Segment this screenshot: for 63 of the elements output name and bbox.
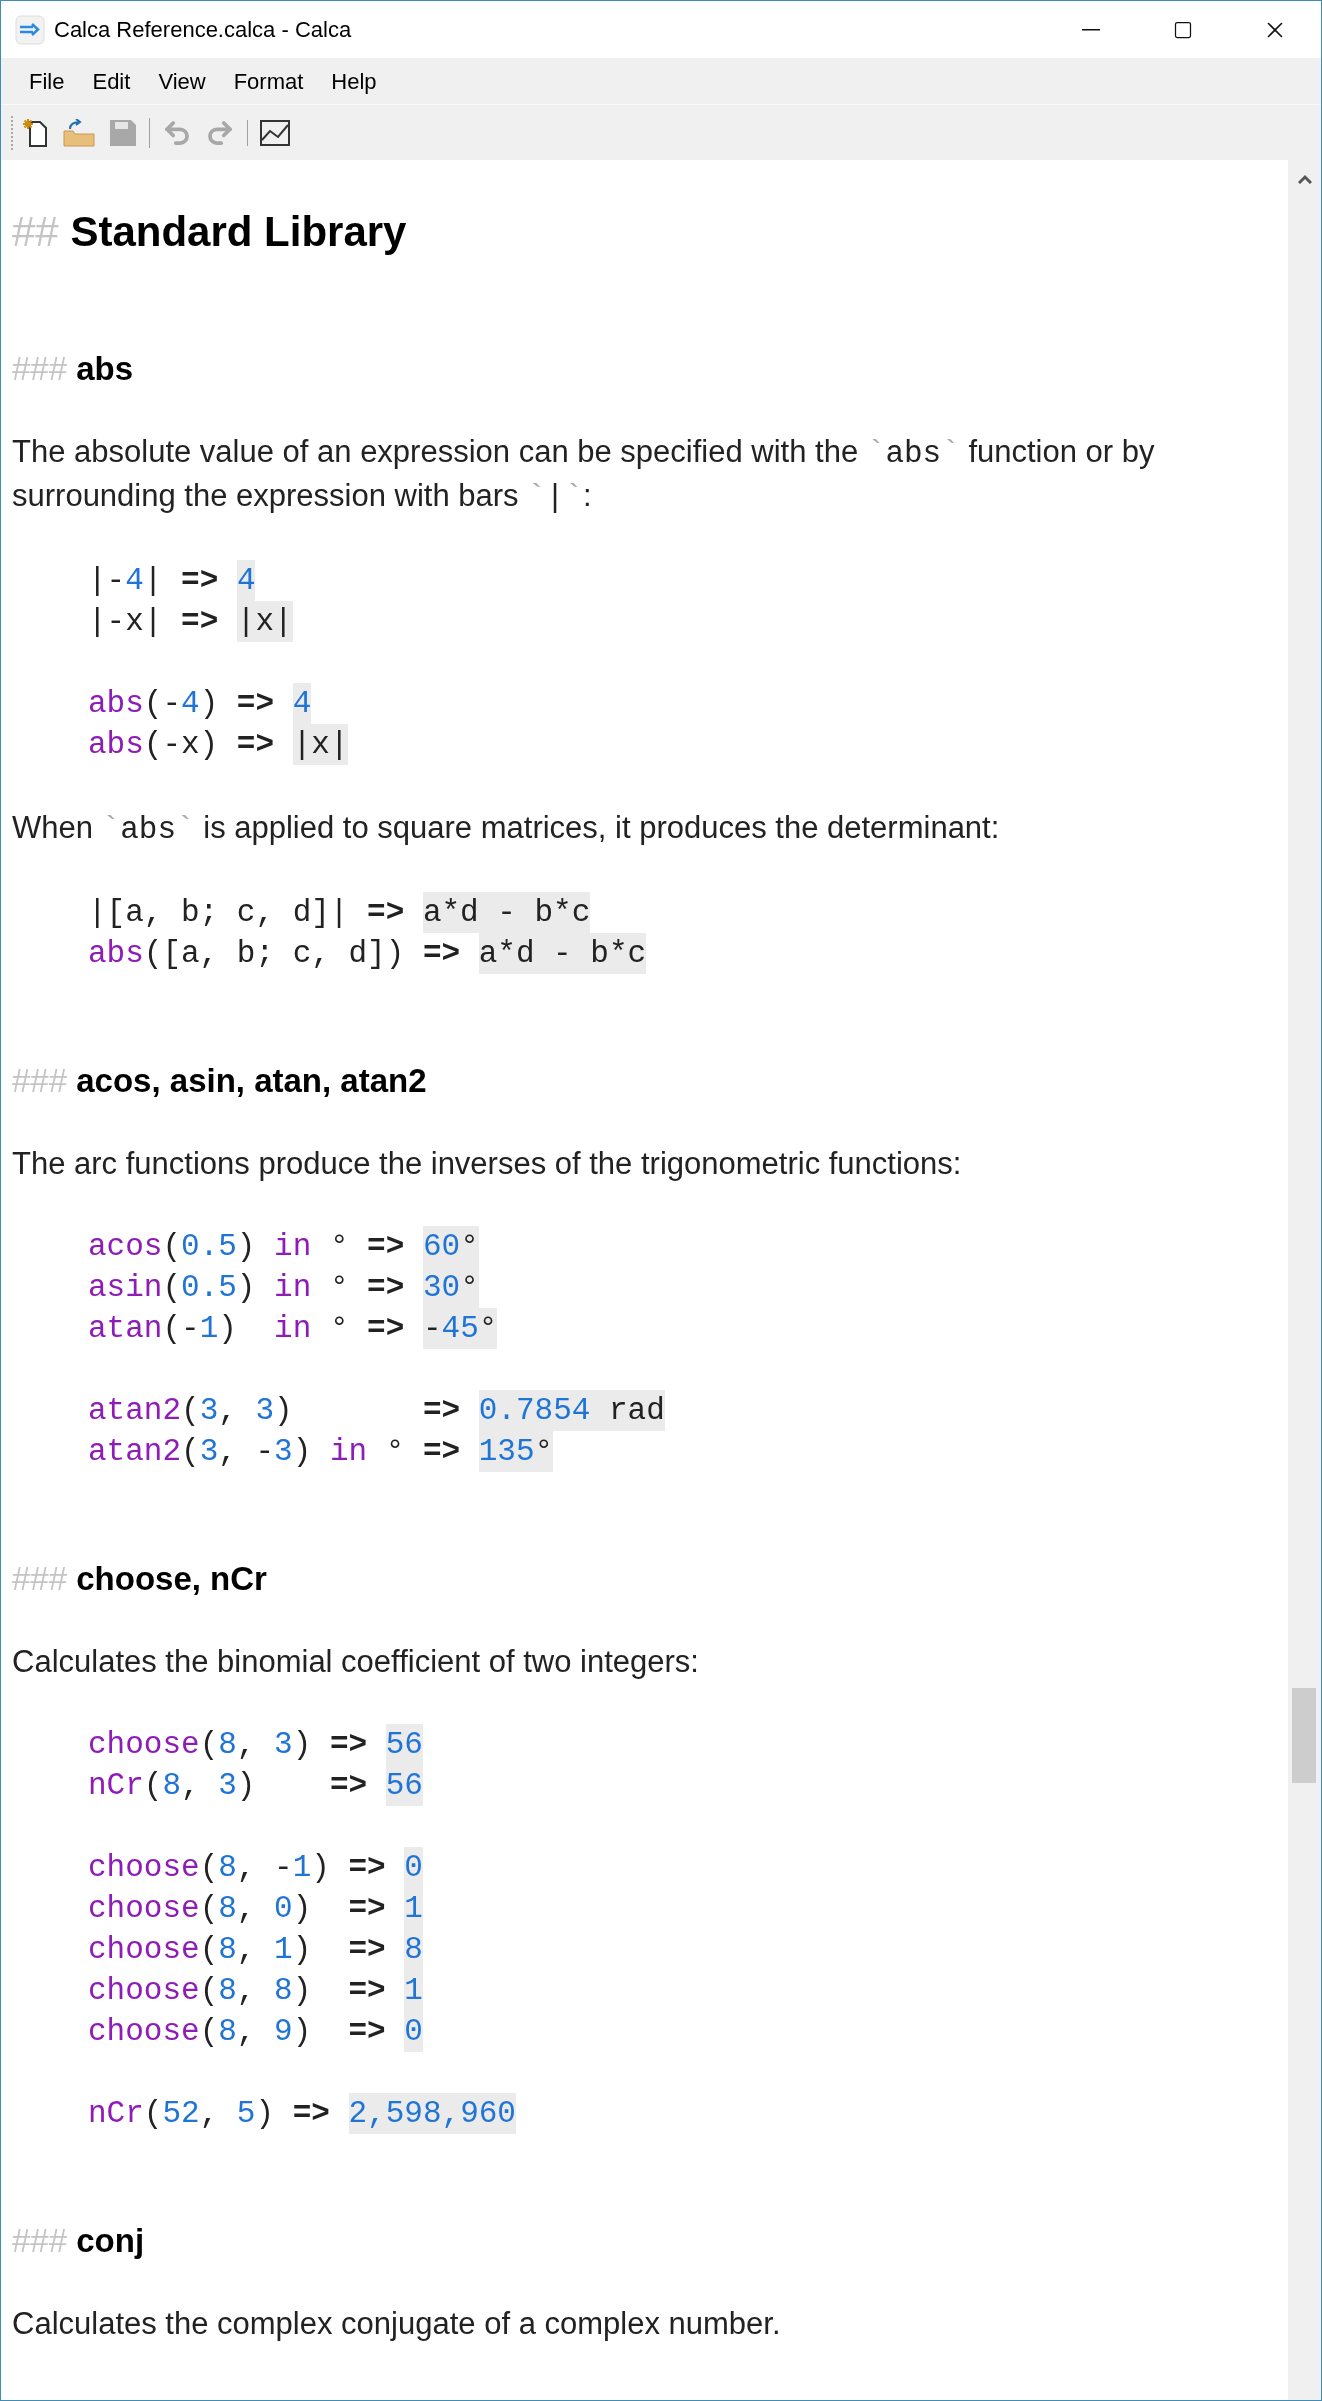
- scroll-up-icon[interactable]: [1298, 174, 1312, 184]
- menu-item[interactable]: Edit: [78, 64, 145, 98]
- subsection-heading: ### abs: [12, 349, 134, 389]
- code-expression: abs(-4) =>: [88, 685, 276, 723]
- result-value: 60°: [422, 1226, 479, 1267]
- app-icon: [15, 14, 45, 45]
- result-value: 2,598,960: [348, 2093, 516, 2134]
- code-expression: nCr(8, 3) =>: [88, 1767, 369, 1805]
- result-value: 0.7854 rad: [478, 1390, 665, 1431]
- code-expression: choose(8, 0) =>: [88, 1890, 387, 1928]
- subsection-heading: ### acos, asin, atan, atan2: [12, 1061, 427, 1101]
- menu-item[interactable]: View: [144, 64, 220, 98]
- code-expression: acos(0.5) in ° =>: [88, 1228, 406, 1266]
- result-value: 56: [385, 1765, 423, 1806]
- code-expression: atan(-1) in ° =>: [88, 1310, 406, 1348]
- code-expression: abs(-x) =>: [88, 726, 276, 764]
- result-value: -45°: [422, 1308, 498, 1349]
- paragraph: Calculates the binomial coefficient of two integers:: [12, 1643, 700, 1681]
- code-expression: atan2(3, -3) in ° =>: [88, 1433, 462, 1471]
- open-folder-icon[interactable]: [62, 118, 96, 147]
- result-value: |x|: [292, 724, 349, 765]
- code-expression: nCr(52, 5) =>: [88, 2095, 331, 2133]
- maximize-icon: [1173, 19, 1193, 40]
- paragraph: The absolute value of an expression can be specified with the `abs` function or by surrounding the expression with bars `|`:: [12, 433, 1156, 517]
- minimize-icon: [1082, 28, 1100, 31]
- result-value: a*d - b*c: [478, 933, 647, 974]
- menu-item[interactable]: File: [15, 64, 79, 98]
- code-expression: abs([a, b; c, d]) =>: [88, 935, 462, 973]
- scrollbar[interactable]: [1288, 160, 1321, 2400]
- result-value: 0: [404, 2011, 423, 2052]
- line-chart-icon[interactable]: [260, 119, 290, 146]
- code-expression: atan2(3, 3) =>: [88, 1392, 462, 1430]
- code-expression: |-4| =>: [88, 562, 220, 600]
- result-value: 135°: [478, 1431, 554, 1472]
- result-value: a*d - b*c: [422, 892, 591, 933]
- code-expression: choose(8, 9) =>: [88, 2013, 387, 2051]
- new-file-icon[interactable]: [23, 117, 49, 148]
- paragraph: The arc functions produce the inverses of the trigonometric functions:: [12, 1145, 963, 1183]
- menu-item[interactable]: Format: [219, 64, 318, 98]
- code-expression: choose(8, 1) =>: [88, 1931, 387, 1969]
- section-heading: ## Standard Library: [12, 207, 407, 257]
- code-expression: choose(8, 8) =>: [88, 1972, 387, 2010]
- code-expression: asin(0.5) in ° =>: [88, 1269, 406, 1307]
- result-value: 4: [292, 683, 312, 724]
- code-expression: choose(8, -1) =>: [88, 1849, 387, 1887]
- code-expression: |-x| =>: [88, 603, 220, 641]
- result-value: 0: [404, 1847, 423, 1888]
- subsection-heading: ### choose, nCr: [12, 1559, 267, 1599]
- window-title: Calca Reference.calca - Calca: [54, 16, 352, 44]
- scrollbar-thumb[interactable]: [1292, 1688, 1316, 1783]
- result-value: 4: [236, 560, 256, 601]
- result-value: 8: [404, 1929, 423, 1970]
- subsection-heading: ### conj: [12, 2221, 145, 2261]
- paragraph: When `abs` is applied to square matrices, it produces the determinant:: [12, 809, 1001, 849]
- menu-item[interactable]: Help: [317, 64, 391, 98]
- result-value: 1: [404, 1888, 423, 1929]
- code-expression: |[a, b; c, d]| =>: [88, 894, 406, 932]
- result-value: 56: [385, 1724, 423, 1765]
- result-value: 30°: [422, 1267, 479, 1308]
- code-expression: choose(8, 3) =>: [88, 1726, 369, 1764]
- result-value: 1: [404, 1970, 423, 2011]
- paragraph: Calculates the complex conjugate of a complex number.: [12, 2305, 782, 2343]
- result-value: |x|: [236, 601, 293, 642]
